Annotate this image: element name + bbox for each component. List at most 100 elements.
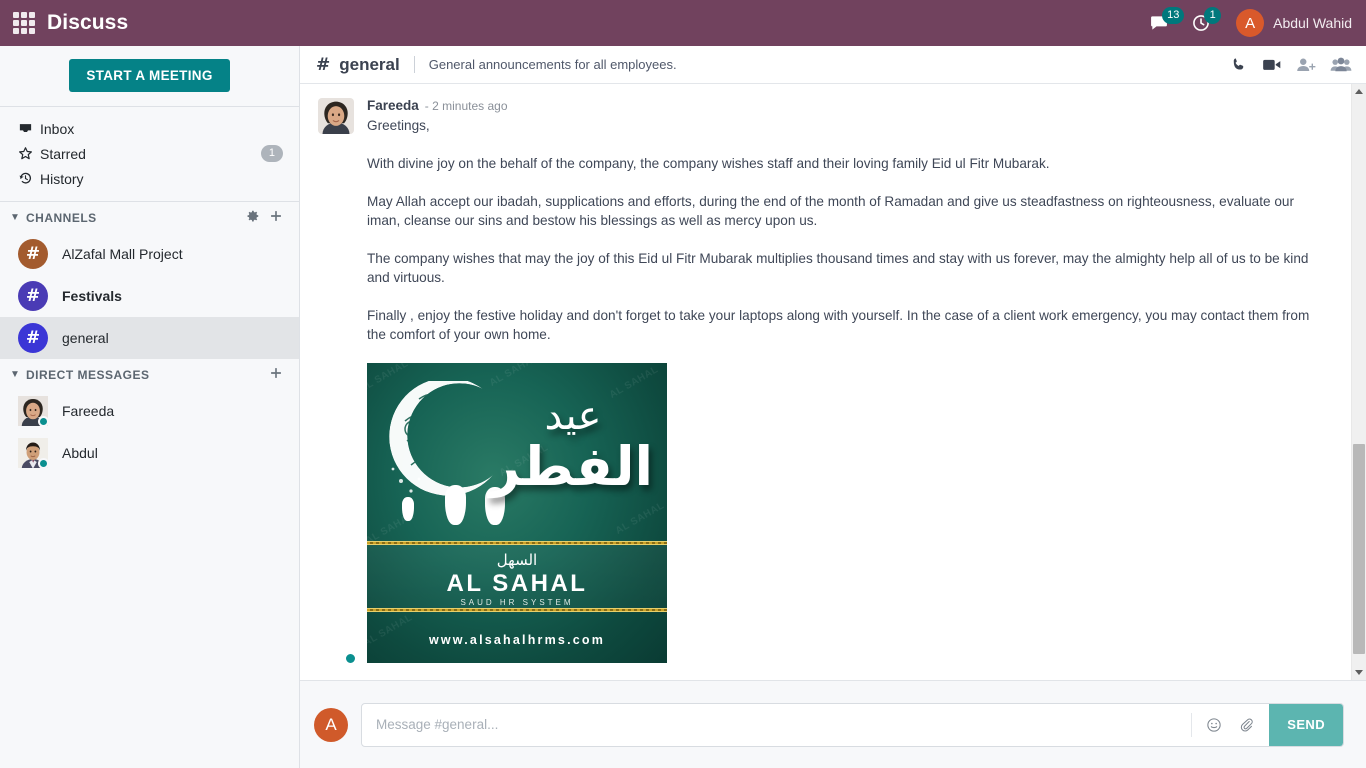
add-user-icon xyxy=(1297,58,1316,71)
discuss-app: Discuss 13 1 A Abdul Wahid START A MEETI… xyxy=(0,0,1366,768)
channel-description[interactable]: General announcements for all employees. xyxy=(429,57,677,72)
message-author[interactable]: Fareeda xyxy=(367,98,419,113)
message-avatar xyxy=(318,98,357,665)
mailbox-list: Inbox Starred 1 History xyxy=(0,107,299,202)
hash-icon: # xyxy=(316,54,331,75)
send-button[interactable]: SEND xyxy=(1269,703,1343,746)
start-meeting-button[interactable]: START A MEETING xyxy=(69,59,230,92)
message-paragraph: With divine joy on the behalf of the com… xyxy=(367,156,1050,171)
start-video-call-button[interactable] xyxy=(1262,56,1282,73)
start-call-button[interactable] xyxy=(1231,56,1248,73)
app-title: Discuss xyxy=(47,11,129,34)
top-navbar: Discuss 13 1 A Abdul Wahid xyxy=(0,0,1366,46)
divider xyxy=(413,56,415,73)
message-paragraph: Finally , enjoy the festive holiday and … xyxy=(367,308,1310,342)
invite-people-button[interactable] xyxy=(1296,56,1316,73)
sidebar-item-inbox[interactable]: Inbox xyxy=(0,116,299,141)
brand-logo-arabic: السهل xyxy=(496,551,538,569)
message-composer: A Message #general... SEND xyxy=(300,680,1366,768)
user-menu-button[interactable]: A Abdul Wahid xyxy=(1222,9,1352,37)
channel-header: # general General announcements for all … xyxy=(300,46,1366,84)
channel-label: Festivals xyxy=(62,288,122,304)
channels-section-header[interactable]: ▼ CHANNELS xyxy=(0,202,299,233)
status-online-dot xyxy=(344,652,357,665)
avatar xyxy=(18,438,49,479)
page-title[interactable]: general xyxy=(339,55,399,75)
channel-label: general xyxy=(62,330,109,346)
avatar xyxy=(18,396,49,436)
dm-label: Fareeda xyxy=(62,403,115,419)
status-online-dot xyxy=(38,416,49,427)
scroll-down-arrow-icon[interactable] xyxy=(1352,665,1366,680)
arabic-greeting-text: عيد الفطر xyxy=(489,393,653,498)
emoji-icon[interactable] xyxy=(1206,717,1222,733)
activity-badge: 1 xyxy=(1204,7,1222,24)
message-scrollbar[interactable] xyxy=(1351,84,1366,680)
message-paragraph: Greetings, xyxy=(367,118,430,133)
app-body: START A MEETING Inbox Starred 1 History … xyxy=(0,46,1366,768)
message-header: Fareeda - 2 minutes ago xyxy=(367,98,1325,113)
channel-label: AlZafal Mall Project xyxy=(62,246,183,262)
avatar: A xyxy=(1236,9,1265,37)
sidebar-item-label: Inbox xyxy=(40,120,75,137)
phone-icon xyxy=(1233,58,1244,70)
arabic-line-1: عيد xyxy=(544,393,602,439)
paperclip-icon[interactable] xyxy=(1238,717,1254,733)
watermark-text: AL SAHAL xyxy=(613,500,667,537)
dm-label: Abdul xyxy=(62,445,98,461)
plus-icon[interactable] xyxy=(269,209,283,226)
channel-actions xyxy=(1231,56,1352,73)
sidebar-item-general[interactable]: # general xyxy=(0,317,299,359)
members-icon xyxy=(1330,57,1352,72)
sidebar-item-label: History xyxy=(40,170,84,187)
gold-divider xyxy=(367,541,667,545)
sidebar-item-alzafal-mall-project[interactable]: # AlZafal Mall Project xyxy=(0,233,299,275)
star-icon xyxy=(18,146,40,161)
direct-messages-section-header[interactable]: ▼ DIRECT MESSAGES xyxy=(0,359,299,390)
channels-section-title: CHANNELS xyxy=(26,210,97,225)
messaging-menu-button[interactable]: 13 xyxy=(1138,0,1185,46)
sidebar-item-starred[interactable]: Starred 1 xyxy=(0,141,299,166)
show-members-button[interactable] xyxy=(1330,56,1352,73)
start-meeting-section: START A MEETING xyxy=(0,46,299,107)
message-paragraph: May Allah accept our ibadah, supplicatio… xyxy=(367,194,1294,228)
message-area: Fareeda - 2 minutes ago Greetings, With … xyxy=(300,84,1366,680)
scrollbar-thumb[interactable] xyxy=(1353,444,1365,654)
inbox-icon xyxy=(18,121,40,136)
sidebar-item-history[interactable]: History xyxy=(0,166,299,191)
message-scroll-region: Fareeda - 2 minutes ago Greetings, With … xyxy=(300,84,1351,680)
scrollbar-track[interactable] xyxy=(1352,99,1366,665)
status-online-dot xyxy=(38,458,49,469)
composer-tools xyxy=(1191,712,1270,737)
chevron-down-icon: ▼ xyxy=(10,212,21,223)
brand-logo-tagline: SAUD HR SYSTEM xyxy=(460,598,574,607)
user-name-label: Abdul Wahid xyxy=(1273,15,1352,31)
main-panel: # general General announcements for all … xyxy=(300,46,1366,768)
scroll-up-arrow-icon[interactable] xyxy=(1352,84,1366,99)
gold-divider xyxy=(367,608,667,612)
message-paragraph: The company wishes that may the joy of t… xyxy=(367,251,1309,285)
sidebar-item-festivals[interactable]: # Festivals xyxy=(0,275,299,317)
sidebar-item-dm-fareeda[interactable]: Fareeda xyxy=(0,390,299,436)
message-item: Fareeda - 2 minutes ago Greetings, With … xyxy=(318,98,1325,665)
composer-avatar: A xyxy=(314,707,348,742)
brand-logo: السهل AL SAHAL SAUD HR SYSTEM xyxy=(367,551,667,607)
sidebar: START A MEETING Inbox Starred 1 History … xyxy=(0,46,300,768)
composer-input-wrapper: SEND xyxy=(361,702,1344,747)
message-timestamp: - 2 minutes ago xyxy=(424,99,508,113)
message-input[interactable] xyxy=(362,703,1192,746)
video-camera-icon xyxy=(1263,59,1281,70)
activity-menu-button[interactable]: 1 xyxy=(1180,0,1222,46)
plus-icon[interactable] xyxy=(269,366,283,383)
gear-icon[interactable] xyxy=(246,209,260,226)
channel-list: # AlZafal Mall Project # Festivals # gen… xyxy=(0,233,299,359)
hash-channel-icon: # xyxy=(18,281,48,311)
message-attachment-image[interactable]: AL SAHAL AL SAHAL AL SAHAL AL SAHAL AL S… xyxy=(367,363,667,663)
arabic-line-2: الفطر xyxy=(489,435,653,498)
history-icon xyxy=(18,171,40,186)
apps-grid-icon[interactable] xyxy=(13,12,35,34)
sidebar-item-dm-abdul[interactable]: Abdul xyxy=(0,432,299,479)
topbar-right-actions: 13 1 A Abdul Wahid xyxy=(1138,0,1366,46)
hash-channel-icon: # xyxy=(18,323,48,353)
lantern-decoration xyxy=(445,485,466,525)
